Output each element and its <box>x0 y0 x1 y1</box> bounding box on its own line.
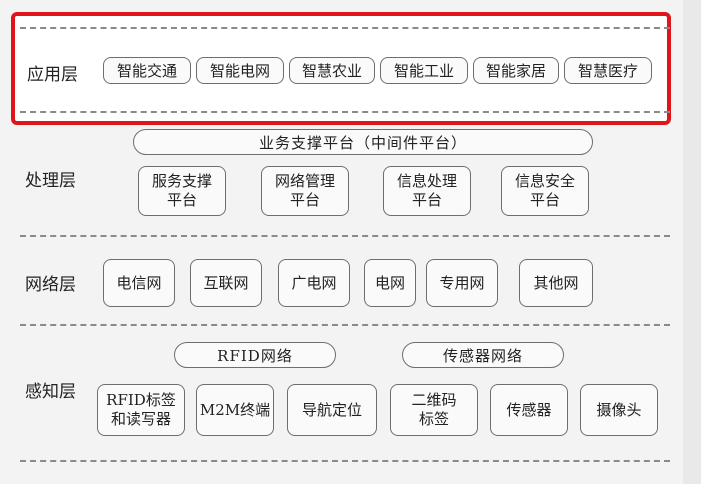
network-management-platform: 网络管理 平台 <box>261 166 349 216</box>
information-security-line2: 平台 <box>529 191 560 209</box>
information-processing-line1: 信息处理 <box>396 172 457 190</box>
divider-processing-bottom <box>20 235 670 237</box>
telecom-network: 电信网 <box>103 259 175 307</box>
sensor-network-group: 传感器网络 <box>402 342 564 368</box>
power-grid-network: 电网 <box>364 259 416 307</box>
network-management-line2: 平台 <box>289 191 320 209</box>
divider-top <box>20 27 670 29</box>
m2m-terminal: M2M终端 <box>196 384 274 436</box>
perception-layer-label: 感知层 <box>25 382 76 402</box>
information-processing-line2: 平台 <box>411 191 442 209</box>
divider-network-bottom <box>20 324 670 326</box>
rfid-tags-line1: RFID标签 <box>106 391 176 409</box>
app-smart-grid: 智能电网 <box>196 57 284 84</box>
processing-layer-label: 处理层 <box>25 171 76 191</box>
qr-code-line1: 二维码 <box>411 391 457 409</box>
app-smart-industry: 智能工业 <box>380 57 468 84</box>
network-layer-label: 网络层 <box>25 275 76 295</box>
service-support-line2: 平台 <box>166 191 197 209</box>
divider-bottom <box>20 460 670 462</box>
app-smart-agriculture: 智慧农业 <box>289 57 375 84</box>
broadcast-network: 广电网 <box>278 259 350 307</box>
app-smart-home: 智能家居 <box>473 57 559 84</box>
other-networks: 其他网 <box>519 259 593 307</box>
rfid-tags-line2: 和读写器 <box>110 410 171 428</box>
middleware-platform: 业务支撑平台（中间件平台） <box>133 129 593 155</box>
internet: 互联网 <box>190 259 262 307</box>
rfid-network-group: RFID网络 <box>174 342 336 368</box>
information-processing-platform: 信息处理 平台 <box>383 166 471 216</box>
divider-application-bottom <box>20 111 670 113</box>
qr-code-tags: 二维码 标签 <box>390 384 478 436</box>
qr-code-line2: 标签 <box>418 410 449 428</box>
rfid-tags-readers: RFID标签 和读写器 <box>97 384 185 436</box>
right-edge-strip <box>683 0 701 484</box>
app-smart-healthcare: 智慧医疗 <box>564 57 652 84</box>
camera: 摄像头 <box>580 384 658 436</box>
information-security-platform: 信息安全 平台 <box>501 166 589 216</box>
service-support-platform: 服务支撑 平台 <box>138 166 226 216</box>
information-security-line1: 信息安全 <box>514 172 575 190</box>
navigation-positioning: 导航定位 <box>287 384 377 436</box>
network-management-line1: 网络管理 <box>274 172 335 190</box>
private-network: 专用网 <box>426 259 498 307</box>
sensor: 传感器 <box>490 384 568 436</box>
app-smart-transport: 智能交通 <box>103 57 191 84</box>
service-support-line1: 服务支撑 <box>151 172 212 190</box>
application-layer-label: 应用层 <box>27 65 78 85</box>
